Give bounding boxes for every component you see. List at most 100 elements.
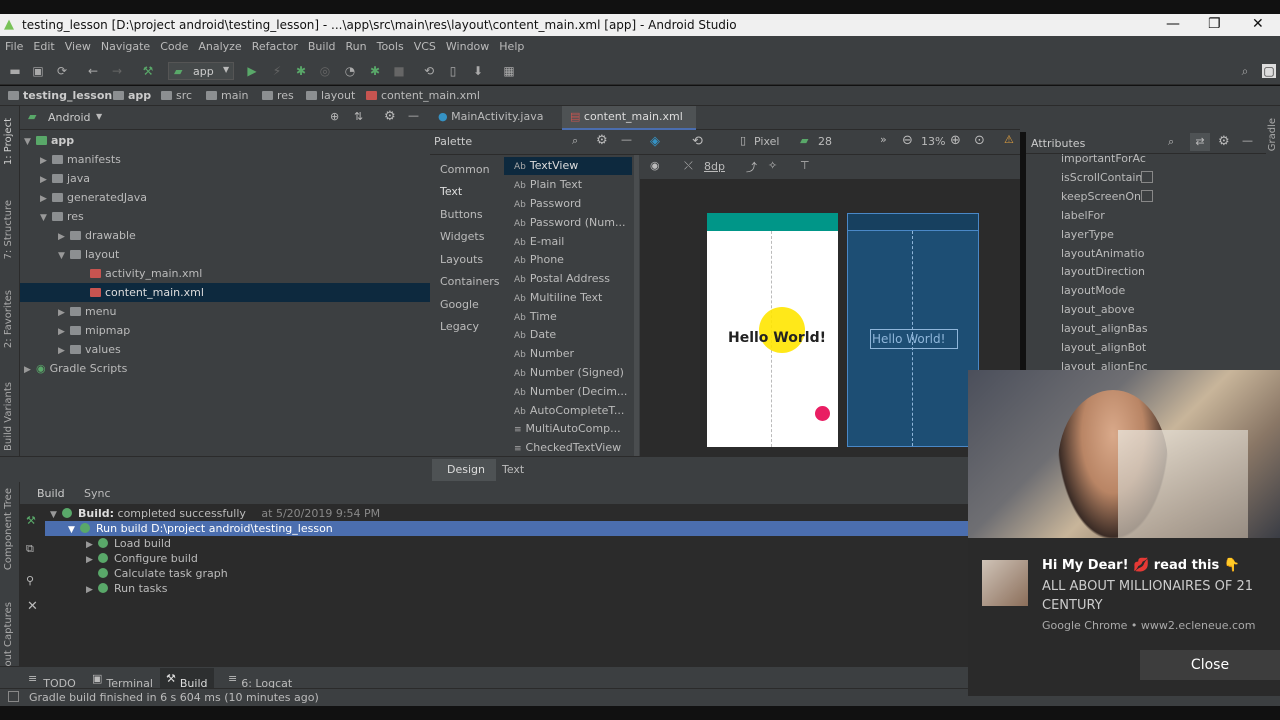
palette-item-password[interactable]: Ab Password (514, 197, 581, 210)
save-icon[interactable]: ▣ (31, 64, 45, 78)
attr-layoutdirection[interactable]: layoutDirection (1061, 265, 1145, 278)
eye-icon[interactable]: ◉ (650, 159, 660, 172)
palette-item-plain-text[interactable]: Ab Plain Text (514, 178, 582, 191)
palette-scrollbar[interactable] (634, 155, 639, 456)
attr-layout-above[interactable]: layout_above (1061, 303, 1135, 316)
side-tab-favorites[interactable]: 2: Favorites (3, 290, 14, 348)
tool-tab-build[interactable]: ⚒ Build (160, 668, 214, 690)
collapse-all-icon[interactable]: ⇅ (354, 110, 363, 123)
device-select[interactable]: Pixel (754, 135, 779, 148)
side-tab-build-variants[interactable]: Build Variants (3, 382, 14, 451)
blueprint-preview[interactable]: Hello World! (847, 213, 979, 447)
attr-keepscreenon[interactable]: keepScreenOn (1061, 190, 1141, 203)
palette-item-autocomplete[interactable]: Ab AutoCompleteT... (514, 404, 624, 417)
menu-analyze[interactable]: Analyze (193, 36, 246, 53)
profile-icon[interactable]: ◔ (343, 64, 357, 78)
attr-importantforaccessibility[interactable]: importantForAc (1061, 154, 1146, 165)
hide-icon[interactable]: — (408, 109, 419, 122)
menu-edit[interactable]: Edit (28, 36, 59, 53)
design-preview[interactable]: Hello World! (707, 213, 838, 447)
scroll-from-source-icon[interactable]: ⊕ (330, 110, 339, 123)
tree-node-drawable[interactable]: ▶ drawable (58, 226, 136, 245)
hammer-icon[interactable]: ⚒ (26, 514, 36, 527)
palette-item-multiautocomplete[interactable]: ≡ MultiAutoComp... (514, 422, 621, 435)
run-config-select[interactable]: ▰ app ▼ (168, 62, 234, 80)
palette-item-multiline-text[interactable]: Ab Multiline Text (514, 291, 602, 304)
palette-item-number[interactable]: Ab Number (514, 347, 574, 360)
tab-text[interactable]: Text (502, 463, 524, 476)
tree-node-java[interactable]: ▶ java (40, 169, 90, 188)
side-tab-gradle[interactable]: Gradle (1267, 118, 1278, 151)
breadcrumb-res[interactable]: res (262, 89, 294, 102)
default-margin[interactable]: 8dp (704, 160, 725, 173)
tree-node-manifests[interactable]: ▶ manifests (40, 150, 121, 169)
attach-debugger-icon[interactable]: ◎ (318, 64, 332, 78)
attr-layoutmode[interactable]: layoutMode (1061, 284, 1125, 297)
magnet-icon[interactable]: ⤬ (684, 159, 693, 173)
tool-tab-logcat[interactable]: ≡ 6: Logcat (228, 672, 292, 690)
palette-cat-common[interactable]: Common (440, 163, 490, 176)
debug-app-icon[interactable]: ✱ (368, 64, 382, 78)
ad-notification[interactable]: Hi My Dear! 💋 read this 👇 ALL ABOUT MILL… (968, 538, 1280, 696)
palette-item-textview[interactable]: Ab TextView (514, 159, 578, 172)
blueprint-textview[interactable]: Hello World! (870, 329, 958, 349)
layers-icon[interactable]: ◈ (650, 134, 660, 149)
tool-tab-todo[interactable]: ≡ TODO (28, 672, 76, 690)
close-window-icon[interactable]: ✕ (1252, 16, 1264, 32)
restore-icon[interactable]: ❐ (1208, 16, 1221, 32)
checkbox[interactable] (1141, 190, 1153, 202)
search-icon[interactable]: ⌕ (572, 134, 578, 148)
tree-node-app[interactable]: ▼ app (24, 131, 74, 150)
palette-cat-google[interactable]: Google (440, 298, 479, 311)
orientation-icon[interactable]: ⟲ (692, 134, 703, 149)
palette-item-number-decimal[interactable]: Ab Number (Decim... (514, 385, 627, 398)
pin-icon[interactable]: ⚲ (26, 574, 34, 587)
menu-navigate[interactable]: Navigate (96, 36, 155, 53)
side-tab-project[interactable]: 1: Project (3, 118, 14, 165)
align-icon[interactable]: ⊤ (800, 159, 810, 172)
avd-manager-icon[interactable]: ▯ (446, 64, 460, 78)
palette-item-postal-address[interactable]: Ab Postal Address (514, 272, 610, 285)
project-view-mode[interactable]: Android (48, 111, 91, 124)
gear-icon[interactable]: ⚙ (596, 133, 608, 148)
run-icon[interactable]: ▶ (245, 64, 259, 78)
tree-node-mipmap[interactable]: ▶ mipmap (58, 321, 130, 340)
palette-item-phone[interactable]: Ab Phone (514, 253, 564, 266)
expand-icon[interactable]: ⧉ (26, 542, 34, 556)
menu-file[interactable]: File (0, 36, 28, 53)
close-icon[interactable]: ✕ (27, 599, 38, 614)
palette-cat-legacy[interactable]: Legacy (440, 320, 479, 333)
tree-node-activity-main[interactable]: activity_main.xml (90, 264, 202, 283)
tab-design[interactable]: Design (432, 459, 496, 481)
ad-image[interactable] (968, 370, 1280, 538)
attr-layertype[interactable]: layerType (1061, 228, 1114, 241)
menu-run[interactable]: Run (341, 36, 372, 53)
build-row-run-build[interactable]: ▼ Run build D:\project android\testing_le… (68, 521, 333, 536)
breadcrumb-app[interactable]: app (113, 89, 151, 102)
build-row-status[interactable]: ▼ Build: completed successfully at 5/20/2… (50, 506, 380, 521)
attr-isscrollcontainer[interactable]: isScrollContain (1061, 171, 1142, 184)
palette-cat-layouts[interactable]: Layouts (440, 253, 483, 266)
open-folder-icon[interactable]: ▬ (8, 64, 22, 78)
infer-constraints-icon[interactable]: ✧ (768, 159, 777, 172)
search-icon[interactable]: ⌕ (1238, 64, 1252, 78)
menu-build[interactable]: Build (303, 36, 341, 53)
build-tab-sync[interactable]: Sync (84, 487, 111, 500)
hello-world-textview[interactable]: Hello World! (728, 330, 826, 346)
make-project-icon[interactable]: ⚒ (141, 64, 155, 78)
sync-icon[interactable]: ⟳ (55, 64, 69, 78)
attr-layout-alignbaseline[interactable]: layout_alignBas (1061, 322, 1148, 335)
side-tab-component-tree[interactable]: Component Tree (3, 488, 14, 570)
hide-icon[interactable]: — (621, 133, 632, 146)
chevron-down-icon[interactable]: ▼ (96, 112, 102, 121)
stop-icon[interactable]: ■ (392, 64, 406, 78)
attr-labelfor[interactable]: labelFor (1061, 209, 1105, 222)
warning-icon[interactable]: ⚠ (1004, 133, 1014, 146)
tree-node-generatedjava[interactable]: ▶ generatedJava (40, 188, 147, 207)
zoom-fit-icon[interactable]: ⊙ (974, 133, 985, 148)
minimize-icon[interactable]: — (1166, 16, 1180, 32)
palette-item-number-signed[interactable]: Ab Number (Signed) (514, 366, 624, 379)
menu-tools[interactable]: Tools (372, 36, 409, 53)
ad-close-button[interactable]: Close (1140, 650, 1280, 680)
palette-cat-text[interactable]: Text (440, 185, 462, 198)
